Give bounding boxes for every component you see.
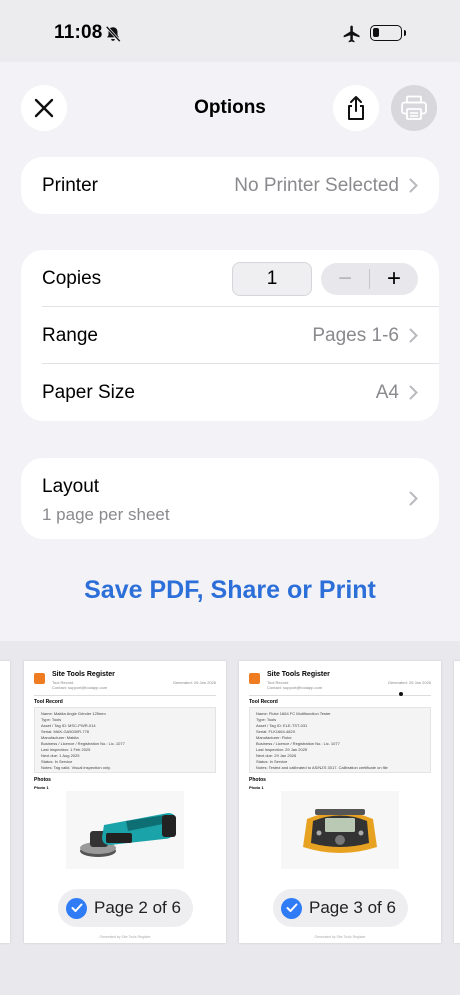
copies-row: Copies 1 − + [21,250,439,307]
printer-icon [401,95,427,120]
preview-details: Name: Makita Angle Grinder 125mm Type: T… [34,707,216,773]
page-badge-label: Page 3 of 6 [309,898,396,917]
layout-label: Layout [42,476,100,497]
preview-photo-label: Photo 1 [34,785,49,790]
range-label: Range [42,324,98,346]
divider [34,695,216,696]
preview-details: Name: Fluke 1664 FC Multifunction Tester… [249,707,431,773]
preview-photos-title: Photos [249,777,266,783]
page-select-badge[interactable]: Page 3 of 6 [273,889,408,927]
share-icon [348,96,364,120]
decrement-button[interactable]: − [321,263,369,295]
preview-photos-title: Photos [34,777,51,783]
airplane-icon [343,25,360,43]
printer-row[interactable]: Printer No Printer Selected [21,157,439,214]
preview-brand: Site Tools Register [52,671,115,678]
chevron-right-icon [409,328,418,343]
share-button[interactable] [333,85,379,131]
status-time: 11:08 [54,22,103,43]
preview-header: Site Tools Register Tool Record Contact:… [34,671,216,693]
printer-card: Printer No Printer Selected [21,157,439,214]
paper-size-row[interactable]: Paper Size A4 [21,364,439,421]
preview-contact: Contact: support@toolapp.com [267,685,323,690]
page-preview-next[interactable] [454,661,460,943]
app-logo-icon [34,673,45,684]
chevron-right-icon [409,385,418,400]
preview-section-title: Tool Record [34,699,63,705]
page-preview-previous[interactable] [0,661,10,943]
preview-generated: Generated: 26 Jan 2026 [172,680,216,685]
multifunction-tester-photo [281,791,399,869]
copies-input[interactable]: 1 [232,261,312,296]
printer-label: Printer [42,174,98,196]
preview-generated: Generated: 26 Jan 2026 [387,680,431,685]
divider [249,695,431,696]
preview-footer: Generated by Site Tools Register [314,935,366,939]
range-value: Pages 1-6 [312,324,399,346]
angle-grinder-photo [66,791,184,869]
copies-label: Copies [42,267,102,289]
page-badge-label: Page 2 of 6 [94,898,181,917]
range-row[interactable]: Range Pages 1-6 [21,307,439,364]
detail-line: Notes: Tag valid. Visual inspection only… [41,765,111,770]
chevron-right-icon [409,178,418,193]
layout-row[interactable]: Layout 1 page per sheet [21,458,439,539]
layout-value: 1 page per sheet [42,505,170,524]
preview-photo-label: Photo 1 [249,785,264,790]
checkmark-icon [281,897,302,919]
preview-section-title: Tool Record [249,699,278,705]
app-logo-icon [249,673,260,684]
page-marker-dot [399,692,403,696]
checkmark-icon [66,897,87,919]
preview-brand-sub: Tool Record Contact: support@toolapp.com [267,680,322,690]
battery-icon [370,25,406,41]
preview-brand-sub: Tool Record Contact: support@toolapp.com [52,680,107,690]
preview-footer: Generated by Site Tools Register [99,935,151,939]
paper-size-value: A4 [375,381,399,403]
detail-line: Notes: Tested and calibrated to AS/NZS 3… [256,765,388,770]
print-options-sheet: Options Printer No Printer Selected Copi… [0,66,460,995]
battery-level [373,28,379,37]
print-button[interactable] [391,85,437,131]
page-select-badge[interactable]: Page 2 of 6 [58,889,193,927]
preview-brand: Site Tools Register [267,671,330,678]
increment-button[interactable]: + [370,263,418,295]
preview-header: Site Tools Register Tool Record Contact:… [249,671,431,693]
page-preview-carousel[interactable]: Site Tools Register Tool Record Contact:… [0,641,460,995]
paper-size-label: Paper Size [42,381,135,403]
preview-contact: Contact: support@toolapp.com [52,685,108,690]
chevron-right-icon [409,491,418,506]
bell-off-icon [105,25,121,43]
copies-stepper: − + [321,262,418,295]
save-share-print-link[interactable]: Save PDF, Share or Print [0,576,460,605]
printer-value: No Printer Selected [234,174,399,196]
status-bar: 11:08 [0,0,460,62]
print-settings-card: Copies 1 − + Range Pages 1-6 Paper Size … [21,250,439,421]
